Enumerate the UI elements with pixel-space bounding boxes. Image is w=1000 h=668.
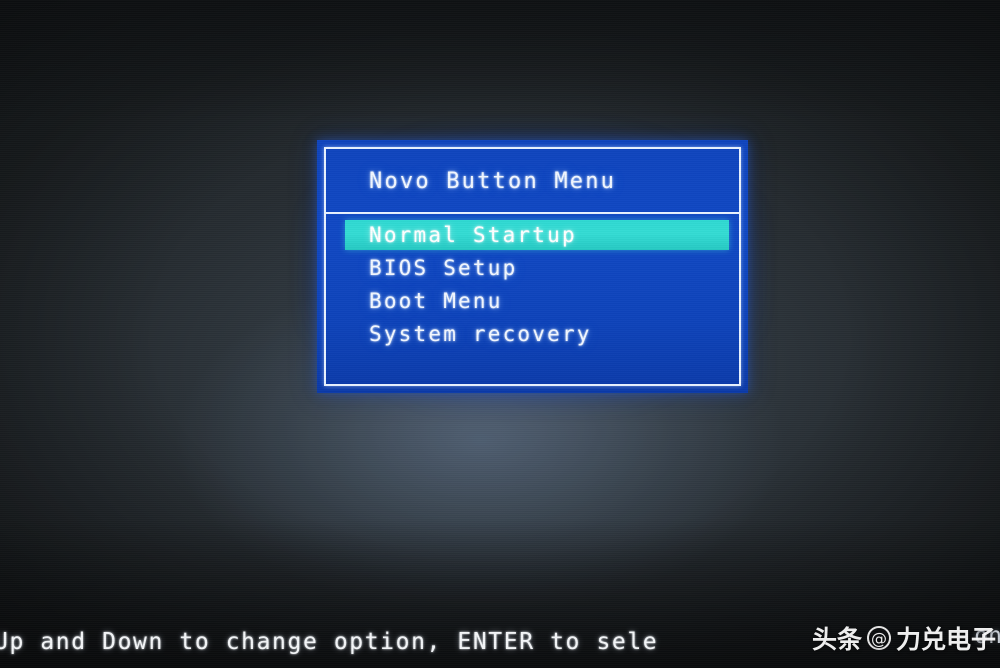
dialog-title: Novo Button Menu (369, 169, 617, 194)
bios-screen-photo: Novo Button Menu Normal Startup BIOS Set… (0, 0, 1000, 668)
menu-item-label: System recovery (369, 322, 592, 346)
screen-top-shadow (0, 0, 1000, 120)
at-icon: @ (866, 626, 891, 650)
menu-item-bios-setup[interactable]: BIOS Setup (326, 253, 739, 283)
menu-item-system-recovery[interactable]: System recovery (326, 319, 739, 349)
watermark-author: 力兑电子 (895, 625, 996, 654)
novo-button-menu-dialog: Novo Button Menu Normal Startup BIOS Set… (317, 140, 748, 393)
menu-list: Normal Startup BIOS Setup Boot Menu Syst… (326, 214, 739, 384)
menu-item-label: Boot Menu (369, 289, 503, 313)
menu-item-normal-startup[interactable]: Normal Startup (345, 220, 729, 250)
navigation-hint-text: Up and Down to change option, ENTER to s… (0, 629, 659, 655)
menu-item-label: BIOS Setup (369, 256, 518, 280)
toutiao-watermark: 头条 @ 力兑电子 (812, 620, 996, 656)
watermark-source: 头条 (811, 625, 862, 654)
menu-item-label: Normal Startup (369, 223, 577, 247)
menu-item-boot-menu[interactable]: Boot Menu (326, 286, 739, 316)
dialog-title-bar: Novo Button Menu (326, 149, 739, 214)
dialog-inner-border: Novo Button Menu Normal Startup BIOS Set… (324, 147, 741, 386)
